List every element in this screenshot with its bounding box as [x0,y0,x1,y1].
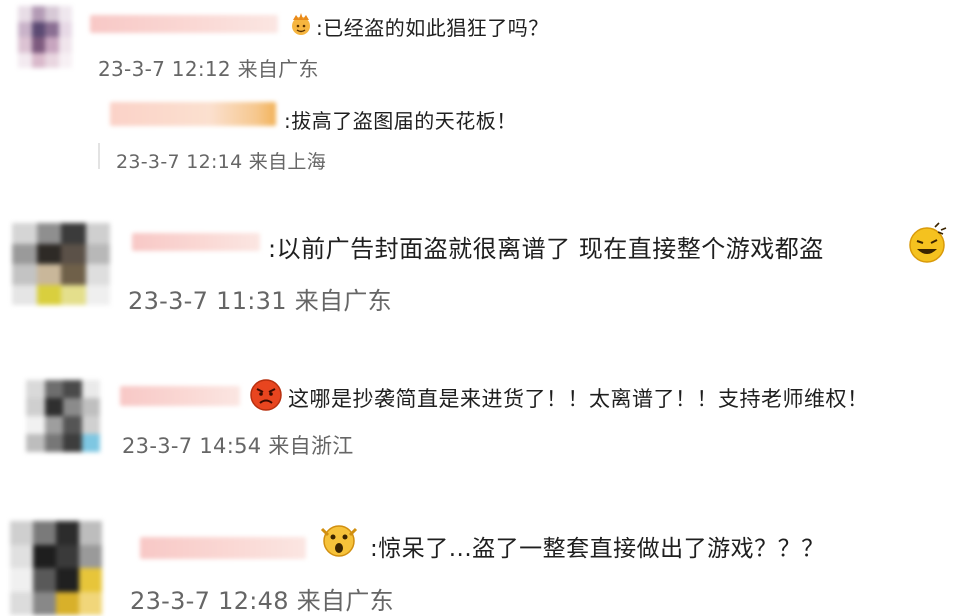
comment-meta: 23-3-7 12:12 来自广东 [98,57,319,81]
comment-text: 这哪是抄袭简直是来进货了！！太离谱了！！支持老师维权！ [288,387,869,411]
comment-4: 这哪是抄袭简直是来进货了！！太离谱了！！支持老师维权！ 23-3-7 14:54… [0,362,960,462]
comment-text: :以前广告封面盗就很离谱了 现在直接整个游戏都盗 [268,235,824,263]
comment-2-reply: :拔高了盗图届的天花板！ 23-3-7 12:14 来自上海 [0,85,960,180]
username-blurred[interactable] [120,386,240,406]
reply-thread-line [98,143,100,169]
username-blurred[interactable] [132,233,260,251]
grin-emoji-icon [909,222,947,263]
comment-meta: 23-3-7 14:54 来自浙江 [122,434,354,458]
username-blurred[interactable] [110,102,276,126]
surprised-emoji-icon [320,525,358,557]
comment-5: :惊呆了...盗了一整套直接做出了游戏？？？ 23-3-7 12:48 来自广东 [0,505,960,615]
comment-1: :已经盗的如此猖狂了吗？ 23-3-7 12:12 来自广东 [0,0,960,85]
comment-text: :已经盗的如此猖狂了吗？ [316,16,549,40]
comment-meta: 23-3-7 11:31 来自广东 [128,287,392,315]
comment-meta: 23-3-7 12:14 来自上海 [116,151,326,173]
user-avatar[interactable] [12,223,110,305]
username-blurred[interactable] [140,537,306,559]
user-avatar[interactable] [18,6,72,68]
username-blurred[interactable] [90,15,278,33]
comment-meta: 23-3-7 12:48 来自广东 [130,587,394,615]
angry-emoji-icon [250,379,282,411]
comment-text: :惊呆了...盗了一整套直接做出了游戏？？？ [370,536,825,562]
user-avatar[interactable] [26,380,100,452]
user-avatar[interactable] [10,521,102,615]
comment-text: :拔高了盗图届的天花板！ [284,109,517,133]
crown-emoji-icon [292,13,310,35]
comment-3: :以前广告封面盗就很离谱了 现在直接整个游戏都盗 23-3-7 11:31 来自… [0,215,960,325]
